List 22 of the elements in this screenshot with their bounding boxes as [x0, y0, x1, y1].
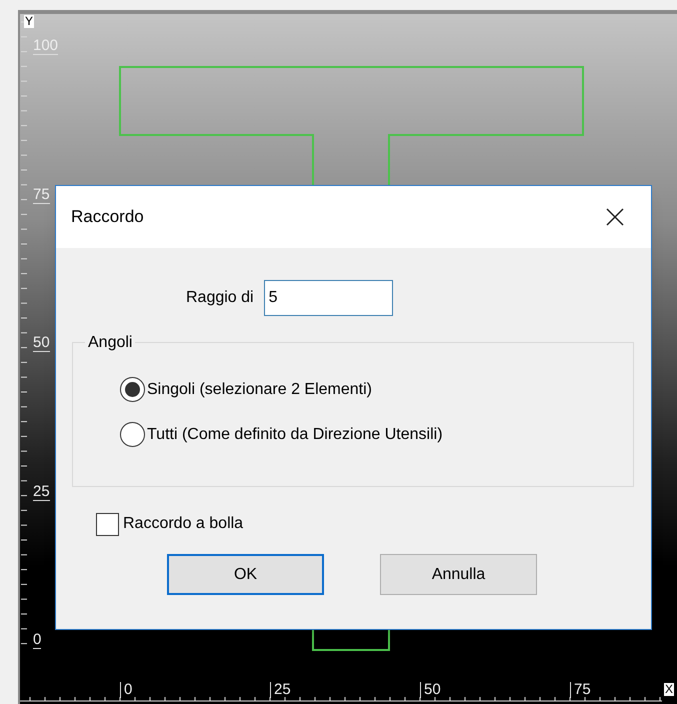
x-axis-label: X	[664, 683, 674, 696]
cancel-button[interactable]: Annulla	[380, 554, 537, 595]
y-tick-label: 0	[33, 632, 42, 649]
x-tick-label: 0	[120, 682, 132, 698]
radio-label: Tutti (Come definito da Direzione Utensili)	[147, 424, 443, 444]
radius-field[interactable]: 5	[264, 280, 393, 316]
x-tick-label: 75	[570, 682, 591, 698]
x-tick-label: 50	[420, 682, 441, 698]
checkbox[interactable]	[96, 512, 119, 536]
y-tick-label: 25	[33, 484, 50, 500]
dialog-title: Raccordo	[71, 206, 144, 228]
close-icon	[606, 208, 624, 226]
radio-button[interactable]	[120, 377, 145, 402]
y-axis-label: Y	[24, 15, 34, 28]
radio-label: Singoli (selezionare 2 Elementi)	[147, 380, 372, 400]
radio-button[interactable]	[120, 422, 145, 447]
radius-label: Raggio di	[186, 288, 254, 308]
checkbox-label: Raccordo a bolla	[123, 514, 244, 534]
ok-button[interactable]: OK	[167, 554, 324, 595]
x-tick-label: 25	[270, 682, 291, 698]
y-tick-label: 50	[33, 335, 50, 352]
y-tick-label: 75	[33, 186, 50, 204]
